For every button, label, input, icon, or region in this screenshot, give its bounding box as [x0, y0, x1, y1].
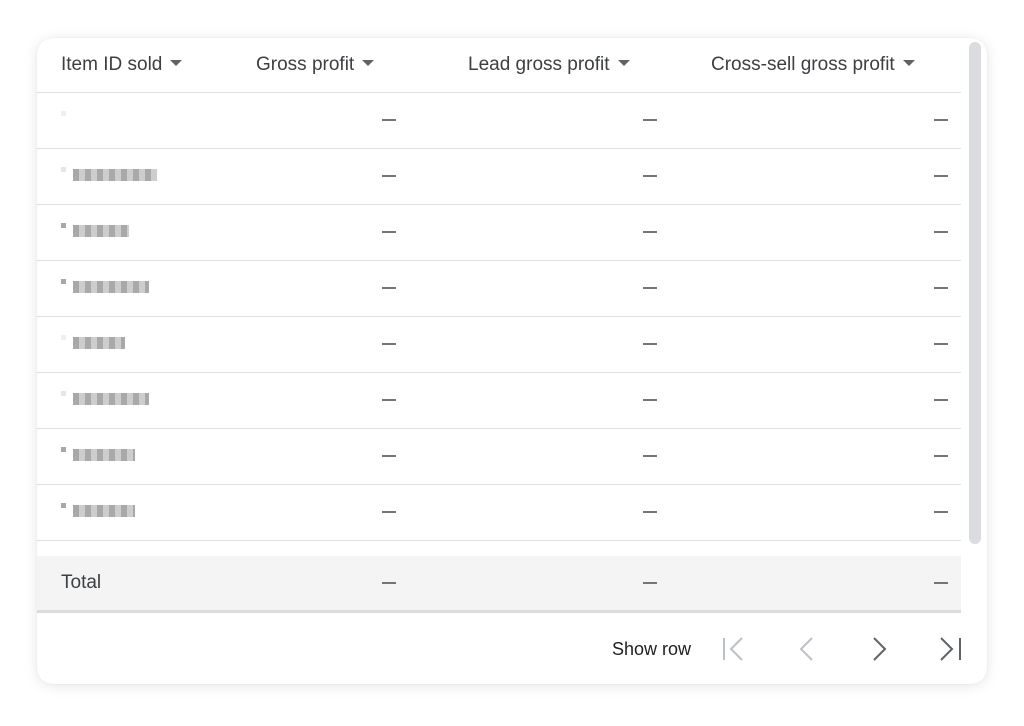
cross-sell-gross-profit-cell — [934, 175, 948, 177]
redacted-item-id — [73, 225, 129, 237]
redacted-item-id — [73, 393, 149, 405]
table-row[interactable] — [37, 205, 961, 261]
item-id-cell — [37, 373, 161, 428]
redacted-item-id — [73, 281, 149, 293]
gross-profit-cell — [382, 511, 396, 513]
show-row-label: Show row — [612, 639, 692, 659]
table-row[interactable] — [37, 485, 961, 541]
item-id-cell — [37, 149, 161, 204]
gross-profit-cell — [382, 343, 396, 345]
redacted-marker — [61, 335, 66, 340]
redacted-item-id — [73, 169, 157, 181]
table-scroll-area: Item ID sold Gross profit Lead gross pro… — [37, 38, 961, 556]
table-row[interactable] — [37, 317, 961, 373]
lead-gross-profit-cell — [643, 119, 657, 121]
table-header: Item ID sold Gross profit Lead gross pro… — [37, 38, 961, 93]
lead-gross-profit-cell — [643, 399, 657, 401]
table-row[interactable] — [37, 93, 961, 149]
lead-gross-profit-cell — [643, 511, 657, 513]
lead-gross-profit-cell — [643, 175, 657, 177]
total-lead-gross-profit — [643, 582, 657, 584]
chevron-right-icon[interactable] — [865, 635, 893, 663]
arrow-drop-down-icon — [902, 59, 915, 66]
item-id-cell — [37, 93, 161, 148]
column-header-lead-gross-profit[interactable]: Lead gross profit — [468, 38, 630, 92]
lead-gross-profit-cell — [643, 455, 657, 457]
cross-sell-gross-profit-cell — [934, 511, 948, 513]
item-id-cell — [37, 261, 161, 316]
gross-profit-cell — [382, 455, 396, 457]
item-id-cell — [37, 317, 161, 372]
redacted-marker — [61, 447, 66, 452]
table-row[interactable] — [37, 373, 961, 429]
arrow-drop-down-icon — [170, 59, 183, 66]
first-page-icon[interactable] — [720, 635, 748, 663]
gross-profit-cell — [382, 119, 396, 121]
column-header-cross-sell-gross-profit[interactable]: Cross-sell gross profit — [711, 38, 915, 92]
redacted-item-id — [73, 505, 135, 517]
cross-sell-gross-profit-cell — [934, 455, 948, 457]
lead-gross-profit-cell — [643, 287, 657, 289]
item-id-cell — [37, 485, 161, 540]
last-page-icon[interactable] — [935, 635, 965, 663]
chevron-left-icon[interactable] — [793, 635, 821, 663]
arrow-drop-down-icon — [617, 59, 630, 66]
lead-gross-profit-cell — [643, 231, 657, 233]
gross-profit-cell — [382, 231, 396, 233]
table-row[interactable] — [37, 149, 961, 205]
column-header-gross-profit[interactable]: Gross profit — [256, 38, 375, 92]
item-id-cell — [37, 429, 161, 484]
table-row[interactable] — [37, 261, 961, 317]
vertical-scrollbar[interactable] — [969, 42, 981, 544]
column-label: Item ID sold — [61, 54, 163, 75]
cross-sell-gross-profit-cell — [934, 343, 948, 345]
cross-sell-gross-profit-cell — [934, 119, 948, 121]
pagination-footer: Show row — [37, 613, 987, 684]
column-label: Lead gross profit — [468, 54, 610, 75]
redacted-marker — [61, 279, 66, 284]
redacted-marker — [61, 223, 66, 228]
gross-profit-cell — [382, 175, 396, 177]
total-cross-sell-gross-profit — [934, 582, 948, 584]
redacted-marker — [61, 391, 66, 396]
data-table-card: Item ID sold Gross profit Lead gross pro… — [37, 38, 987, 684]
item-id-cell — [37, 205, 161, 260]
redacted-marker — [61, 111, 66, 116]
cross-sell-gross-profit-cell — [934, 287, 948, 289]
arrow-drop-down-icon — [362, 59, 375, 66]
gross-profit-cell — [382, 287, 396, 289]
total-gross-profit — [382, 582, 396, 584]
column-label: Cross-sell gross profit — [711, 54, 895, 75]
redacted-item-id — [73, 449, 135, 461]
total-label: Total — [61, 572, 102, 593]
lead-gross-profit-cell — [643, 343, 657, 345]
column-header-item-id[interactable]: Item ID sold — [61, 38, 183, 92]
redacted-item-id — [73, 337, 125, 349]
redacted-marker — [61, 503, 66, 508]
total-row: Total — [37, 556, 961, 613]
cross-sell-gross-profit-cell — [934, 399, 948, 401]
table-row[interactable] — [37, 429, 961, 485]
cross-sell-gross-profit-cell — [934, 231, 948, 233]
redacted-marker — [61, 167, 66, 172]
column-label: Gross profit — [256, 54, 355, 75]
gross-profit-cell — [382, 399, 396, 401]
